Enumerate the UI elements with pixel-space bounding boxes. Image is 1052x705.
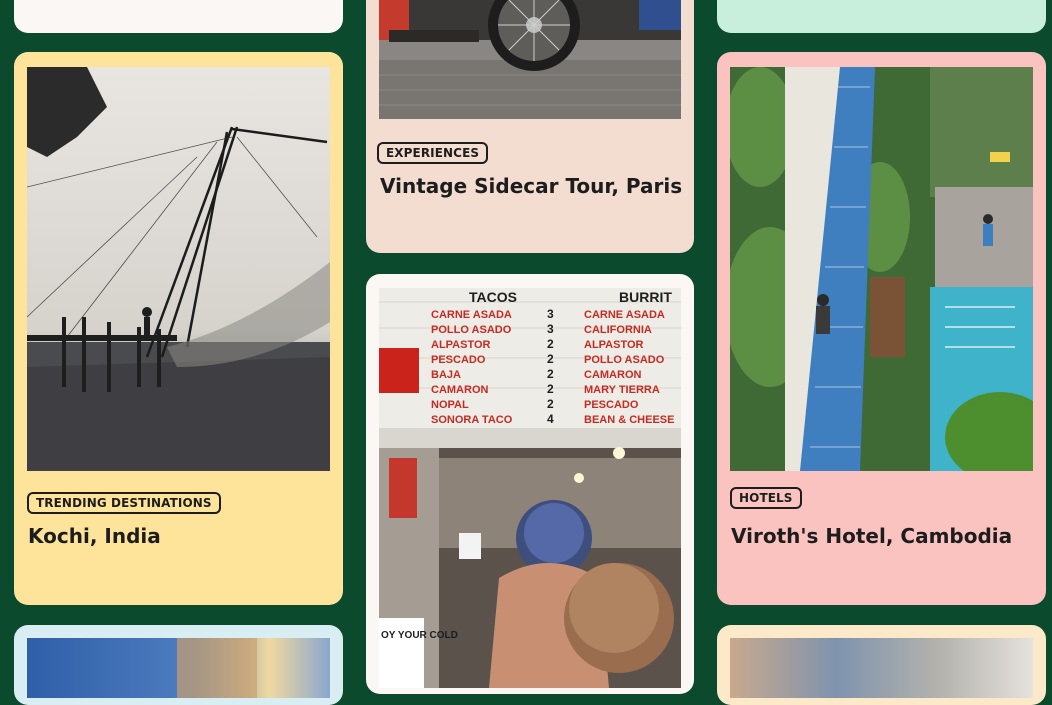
menu-item-left: CARNE ASADA [431, 309, 512, 321]
menu-price: 3 [547, 322, 554, 336]
bottom-left-photo [27, 638, 330, 698]
card-bottom-right[interactable] [717, 625, 1046, 705]
menu-item-left: PESCADO [431, 354, 486, 366]
tacos-photo: TACOS BURRIT CARNE ASADA POLLO ASADO ALPAS… [379, 288, 681, 688]
viroth-photo [730, 67, 1033, 471]
menu-item-right: POLLO ASADO [584, 354, 665, 366]
card-top-right[interactable] [717, 0, 1046, 33]
menu-item-right: CARNE ASADA [584, 309, 665, 321]
menu-header-left: TACOS [469, 289, 517, 305]
category-tag[interactable]: TRENDING DESTINATIONS [27, 492, 221, 514]
menu-item-right: BEAN & CHEESE [584, 414, 674, 426]
menu-item-right: MARY TIERRA [584, 384, 660, 396]
card-viroth[interactable]: HOTELS Viroth's Hotel, Cambodia [717, 52, 1046, 605]
menu-item-right: CALIFORNIA [584, 324, 652, 336]
category-tag[interactable]: EXPERIENCES [377, 142, 489, 164]
card-title[interactable]: Viroth's Hotel, Cambodia [731, 524, 1012, 548]
card-title[interactable]: Kochi, India [28, 524, 161, 548]
menu-item-left: SONORA TACO [431, 414, 513, 426]
menu-item-right: PESCADO [584, 399, 639, 411]
card-kochi[interactable]: TRENDING DESTINATIONS Kochi, India [14, 52, 343, 605]
menu-price: 2 [547, 367, 554, 381]
menu-price: 2 [547, 337, 554, 351]
menu-item-left: CAMARON [431, 384, 488, 396]
menu-item-left: NOPAL [431, 399, 469, 411]
bottom-right-photo [730, 638, 1033, 698]
menu-item-left: BAJA [431, 369, 461, 381]
menu-price: 4 [547, 412, 554, 426]
menu-item-right: CAMARON [584, 369, 641, 381]
kochi-photo [27, 67, 330, 471]
menu-price: 2 [547, 397, 554, 411]
menu-item-left: POLLO ASADO [431, 324, 512, 336]
menu-item-left: ALPASTOR [431, 339, 491, 351]
card-top-left[interactable] [14, 0, 343, 33]
category-tag[interactable]: HOTELS [730, 487, 802, 509]
menu-item-right: ALPASTOR [584, 339, 644, 351]
menu-price: 3 [547, 307, 554, 321]
sidecar-photo [379, 0, 681, 119]
menu-price: 2 [547, 382, 554, 396]
sign-text: OY YOUR COLD [381, 630, 458, 641]
menu-price: 2 [547, 352, 554, 366]
menu-header-right: BURRIT [619, 289, 672, 305]
card-sidecar[interactable]: EXPERIENCES Vintage Sidecar Tour, Paris [366, 0, 694, 253]
card-bottom-left[interactable] [14, 625, 343, 705]
card-title[interactable]: Vintage Sidecar Tour, Paris [380, 174, 682, 198]
card-tacos[interactable]: TACOS BURRIT CARNE ASADA POLLO ASADO ALPAS… [366, 274, 694, 694]
